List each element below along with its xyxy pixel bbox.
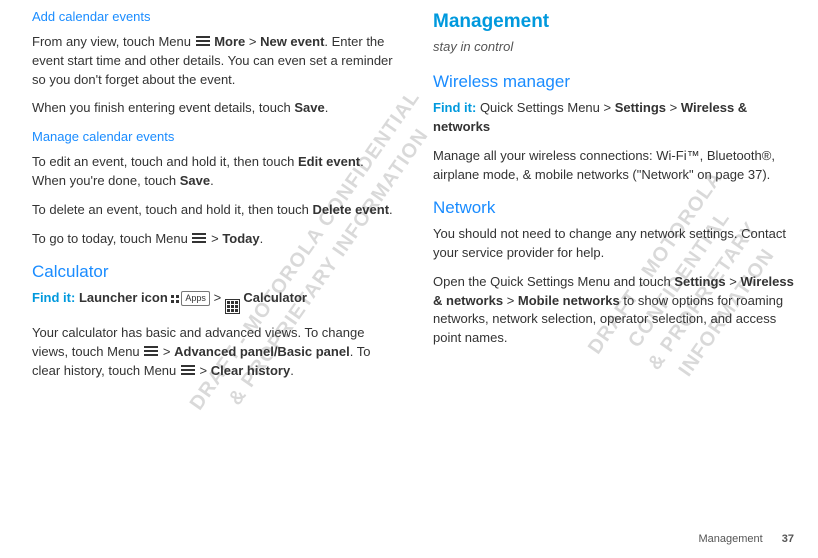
calc-body: Your calculator has basic and advanced v… bbox=[32, 324, 393, 381]
section-manage-title: Manage calendar events bbox=[32, 128, 393, 147]
subtitle: stay in control bbox=[433, 38, 794, 57]
menu-icon bbox=[143, 344, 159, 358]
apps-icon: Apps bbox=[171, 291, 210, 306]
footer-section: Management bbox=[698, 533, 762, 545]
left-column: Add calendar events From any view, touch… bbox=[32, 8, 393, 391]
para-manage-1: To edit an event, touch and hold it, the… bbox=[32, 153, 393, 191]
heading-management: Management bbox=[433, 8, 794, 36]
wireless-findit: Find it: Quick Settings Menu > Settings … bbox=[433, 99, 794, 137]
calculator-icon bbox=[225, 299, 240, 314]
page-footer: Management 37 bbox=[698, 532, 794, 548]
menu-icon bbox=[191, 231, 207, 245]
right-column: Management stay in control Wireless mana… bbox=[433, 8, 794, 391]
network-p2: Open the Quick Settings Menu and touch S… bbox=[433, 273, 794, 348]
para-add-1: From any view, touch Menu More > New eve… bbox=[32, 33, 393, 90]
footer-page-number: 37 bbox=[782, 533, 794, 545]
section-calculator-title: Calculator bbox=[32, 260, 393, 285]
section-add-events-title: Add calendar events bbox=[32, 8, 393, 27]
para-manage-2: To delete an event, touch and hold it, t… bbox=[32, 201, 393, 220]
menu-icon bbox=[195, 34, 211, 48]
section-network-title: Network bbox=[433, 196, 794, 221]
calc-findit-line: Find it: Launcher icon Apps > Calculator bbox=[32, 289, 393, 314]
para-manage-3: To go to today, touch Menu > Today. bbox=[32, 230, 393, 249]
network-p1: You should not need to change any networ… bbox=[433, 225, 794, 263]
wireless-body: Manage all your wireless connections: Wi… bbox=[433, 147, 794, 185]
menu-icon bbox=[180, 363, 196, 377]
section-wireless-title: Wireless manager bbox=[433, 70, 794, 95]
para-add-2: When you finish entering event details, … bbox=[32, 99, 393, 118]
